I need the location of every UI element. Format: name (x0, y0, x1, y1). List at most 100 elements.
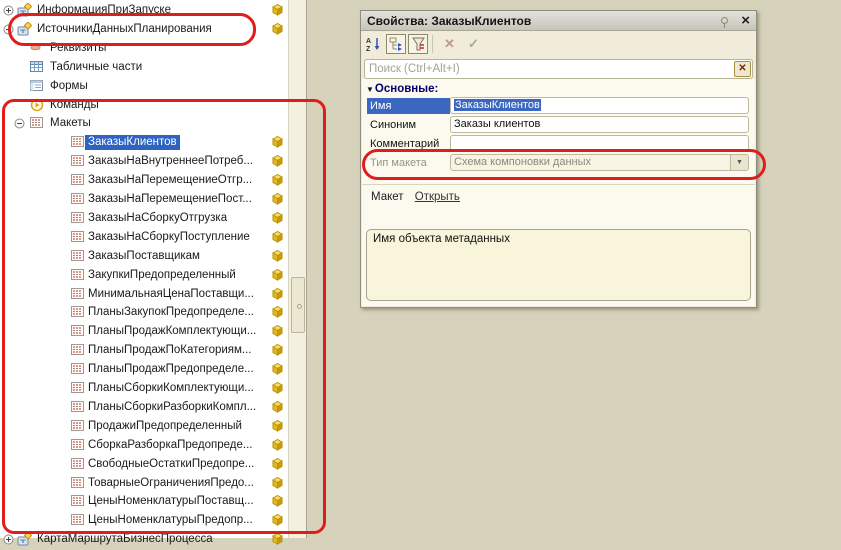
tree-item-label[interactable]: ИнформацияПриЗапуске (34, 3, 174, 18)
tree-item-label[interactable]: Формы (47, 79, 91, 94)
property-label-synonym[interactable]: Синоним (367, 117, 450, 133)
tree-item[interactable]: ЗаказыНаПеремещениеОтгр... (0, 171, 286, 190)
processor-icon (17, 532, 31, 546)
expand-plus-icon[interactable] (3, 534, 14, 545)
name-input[interactable]: ЗаказыКлиентов (450, 97, 749, 114)
tree-item[interactable]: ПланыСборкиКомплектующи... (0, 379, 286, 398)
tree-item-label[interactable]: КартаМаршрутаБизнесПроцесса (34, 532, 216, 547)
tree-item[interactable]: ПланыЗакупокПредопределе... (0, 303, 286, 322)
group-by-categories-button[interactable] (386, 34, 406, 54)
repository-cube-icon (272, 458, 283, 470)
layout-icon (71, 419, 85, 433)
apply-changes-button[interactable]: ✓ (464, 34, 484, 54)
layout-icon (71, 400, 85, 414)
layout-icon (30, 116, 44, 130)
tree-item-label[interactable]: ЗаказыНаПеремещениеПост... (85, 192, 255, 207)
filter-funnel-icon (410, 36, 427, 53)
property-label-layout-type[interactable]: Тип макета (367, 155, 450, 171)
discard-changes-button[interactable]: ✕ (440, 34, 460, 54)
tree-item[interactable]: Формы (0, 77, 286, 96)
section-header-main[interactable]: ▼Основные: (366, 83, 438, 95)
tree-item[interactable]: ЗаказыНаВнутреннееПотреб... (0, 152, 286, 171)
tree-item-label[interactable]: ЗакупкиПредопределенный (85, 268, 239, 283)
tree-item-label[interactable]: ПланыПродажПоКатегориям... (85, 343, 255, 358)
tree-item-label[interactable]: ЗаказыНаВнутреннееПотреб... (85, 154, 256, 169)
tree-scrollbar-thumb[interactable] (291, 277, 305, 333)
tree-item-label[interactable]: ЦеныНоменклатурыПоставщ... (85, 494, 257, 509)
tree-item[interactable]: ПланыПродажПредопределе... (0, 360, 286, 379)
collapse-minus-icon[interactable] (14, 118, 25, 129)
tree-item-label[interactable]: ЗаказыНаПеремещениеОтгр... (85, 173, 255, 188)
collapse-minus-icon[interactable] (3, 24, 14, 35)
tree-item[interactable]: ЦеныНоменклатурыПоставщ... (0, 492, 286, 511)
tree-item[interactable]: МинимальнаяЦенаПоставщи... (0, 285, 286, 304)
tree-item[interactable]: ПланыПродажПоКатегориям... (0, 341, 286, 360)
tree-item-label[interactable]: ЗаказыНаСборкуПоступление (85, 230, 253, 245)
tree-item-label[interactable]: ЦеныНоменклатурыПредопр... (85, 513, 256, 528)
tree-item-label[interactable]: Табличные части (47, 60, 145, 75)
tree-scrollbar-track[interactable] (288, 0, 306, 538)
tree-item[interactable]: СборкаРазборкаПредопреде... (0, 436, 286, 455)
layout-icon (71, 268, 85, 282)
tree-item-label[interactable]: ЗаказыПоставщикам (85, 249, 203, 264)
tree-item-label[interactable]: Макеты (47, 116, 94, 131)
pin-icon[interactable] (721, 17, 728, 24)
tree-item-label[interactable]: СборкаРазборкаПредопреде... (85, 438, 256, 453)
properties-title-bar[interactable]: Свойства: ЗаказыКлиентов × (361, 11, 756, 31)
processor-icon (17, 22, 31, 36)
tree-item[interactable]: ПродажиПредопределенный (0, 417, 286, 436)
tree-item[interactable]: ЗаказыКлиентов (0, 133, 286, 152)
tree-item[interactable]: ТоварныеОграниченияПредо... (0, 474, 286, 493)
property-label-comment[interactable]: Комментарий (367, 136, 450, 152)
repository-cube-icon (272, 325, 283, 337)
tree-item[interactable]: Макеты (0, 114, 286, 133)
tree-item-label[interactable]: ПродажиПредопределенный (85, 419, 245, 434)
synonym-input[interactable]: Заказы клиентов (450, 116, 749, 133)
tree-item-label[interactable]: ИсточникиДанныхПланирования (34, 22, 215, 37)
tree-item[interactable]: КартаМаршрутаБизнесПроцесса (0, 530, 286, 549)
tree-item[interactable]: Команды (0, 96, 286, 115)
tree-item[interactable]: ЗаказыПоставщикам (0, 247, 286, 266)
comment-input[interactable] (450, 135, 749, 152)
tree-item[interactable]: Табличные части (0, 58, 286, 77)
grid-separator (362, 184, 755, 185)
tree-item[interactable]: ИнформацияПриЗапуске (0, 1, 286, 20)
sort-alphabetical-button[interactable]: A Z (364, 34, 384, 54)
tree-item-label[interactable]: ПланыПродажПредопределе... (85, 362, 257, 377)
tree-item-label[interactable]: Команды (47, 98, 102, 113)
tree-item[interactable]: ПланыСборкиРазборкиКомпл... (0, 398, 286, 417)
tree-item[interactable]: СвободныеОстаткиПредопре... (0, 455, 286, 474)
tree-item-label[interactable]: СвободныеОстаткиПредопре... (85, 457, 257, 472)
tree-item[interactable]: ЗаказыНаПеремещениеПост... (0, 190, 286, 209)
tree-item[interactable]: ЗаказыНаСборкуПоступление (0, 228, 286, 247)
tree-item[interactable]: ПланыПродажКомплектующи... (0, 322, 286, 341)
tree-item-label[interactable]: ЗаказыНаСборкуОтгрузка (85, 211, 230, 226)
expand-plus-icon[interactable] (3, 5, 14, 16)
tree-item[interactable]: ЗакупкиПредопределенный (0, 266, 286, 285)
close-icon[interactable]: × (741, 11, 750, 31)
repository-cube-icon (272, 344, 283, 356)
open-layout-link[interactable]: Открыть (415, 191, 460, 203)
search-clear-icon[interactable]: ✕ (734, 61, 751, 77)
tree-item[interactable]: ЦеныНоменклатурыПредопр... (0, 511, 286, 530)
tree-item-label[interactable]: ПланыПродажКомплектующи... (85, 324, 259, 339)
property-label-name[interactable]: Имя (367, 98, 450, 114)
tree-item-label[interactable]: Реквизиты (47, 41, 109, 56)
tree-item[interactable]: ИсточникиДанныхПланирования (0, 20, 286, 39)
tree-item-label[interactable]: ТоварныеОграниченияПредо... (85, 476, 257, 491)
tree-item-label[interactable]: ЗаказыКлиентов (85, 135, 180, 150)
search-input[interactable] (364, 59, 753, 79)
tree-item[interactable]: ЗаказыНаСборкуОтгрузка (0, 209, 286, 228)
filter-important-button[interactable] (408, 34, 428, 54)
metadata-tree-panel: ИнформацияПриЗапуске ИсточникиДанныхПлани… (0, 0, 307, 538)
tree-item[interactable]: Реквизиты (0, 39, 286, 58)
tree-item-label[interactable]: ПланыСборкиКомплектующи... (85, 381, 257, 396)
tree-item-label[interactable]: МинимальнаяЦенаПоставщи... (85, 287, 257, 302)
tree-item-label[interactable]: ПланыСборкиРазборкиКомпл... (85, 400, 259, 415)
layout-type-value: Схема компоновки данных (454, 156, 591, 168)
repository-cube-icon (272, 363, 283, 375)
layout-type-combobox[interactable]: Схема компоновки данных ▼ (450, 154, 749, 171)
chevron-down-icon[interactable]: ▼ (730, 155, 748, 170)
attribute-icon (30, 41, 44, 55)
tree-item-label[interactable]: ПланыЗакупокПредопределе... (85, 305, 257, 320)
